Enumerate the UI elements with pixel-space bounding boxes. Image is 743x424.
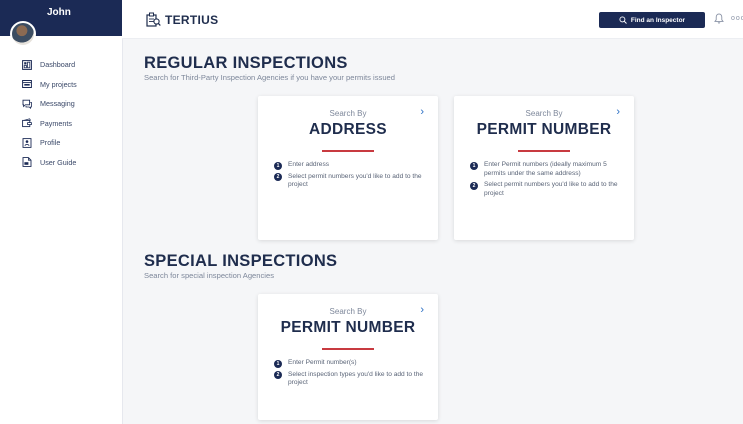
sidebar-item-payments[interactable]: Payments: [0, 114, 122, 134]
card-steps: 1 Enter address 2 Select permit numbers …: [274, 161, 429, 193]
step-item: 1 Enter Permit number(s): [274, 359, 429, 368]
card-title: PERMIT NUMBER: [476, 121, 612, 138]
step-text: Enter Permit number(s): [288, 359, 357, 366]
sidebar-nav: Dashboard My projects Messaging Payments…: [0, 55, 122, 172]
step-text: Select permit numbers you'd like to add …: [484, 181, 618, 197]
step-text: Enter Permit numbers (ideally maximum 5 …: [484, 161, 607, 177]
find-inspector-label: Find an Inspector: [630, 16, 686, 24]
logo-icon: [146, 12, 161, 27]
sidebar-item-label: Messaging: [40, 99, 75, 109]
card-steps: 1 Enter Permit number(s) 2 Select inspec…: [274, 359, 429, 391]
step-number: 2: [274, 173, 282, 182]
more-menu-icon[interactable]: ooo: [731, 15, 743, 22]
sidebar-item-label: Profile: [40, 138, 61, 148]
card-title: PERMIT NUMBER: [280, 319, 416, 336]
special-inspections-title: SPECIAL INSPECTIONS: [144, 252, 338, 270]
card-divider: [518, 150, 570, 152]
user-name: John: [47, 7, 71, 18]
special-search-by-permit-number-card[interactable]: Search By › PERMIT NUMBER 1 Enter Permit…: [258, 294, 438, 420]
card-divider: [322, 348, 374, 350]
logo-text: TERTIUS: [165, 12, 219, 27]
avatar[interactable]: [10, 21, 36, 47]
step-item: 1 Enter address: [274, 161, 429, 170]
chevron-right-icon[interactable]: ›: [616, 106, 620, 118]
step-number: 1: [274, 161, 282, 170]
step-text: Select permit numbers you'd like to add …: [288, 172, 422, 189]
payments-icon: [22, 118, 32, 128]
step-number: 1: [274, 359, 282, 368]
card-search-by: Search By: [329, 109, 367, 118]
find-inspector-button[interactable]: Find an Inspector: [599, 12, 705, 28]
step-number: 1: [470, 161, 478, 170]
sidebar-item-messaging[interactable]: Messaging: [0, 94, 122, 114]
search-by-address-card[interactable]: Search By › ADDRESS 1 Enter address 2 Se…: [258, 96, 438, 240]
chevron-right-icon[interactable]: ›: [420, 106, 424, 118]
projects-icon: [22, 79, 32, 89]
card-search-by: Search By: [525, 109, 563, 118]
search-icon: [619, 16, 627, 24]
card-search-by: Search By: [329, 307, 367, 316]
sidebar-item-label: User Guide: [40, 157, 77, 167]
regular-inspections-title: REGULAR INSPECTIONS: [144, 54, 348, 72]
dashboard-icon: [22, 59, 32, 70]
sidebar-item-profile[interactable]: Profile: [0, 133, 122, 153]
step-item: 1 Enter Permit numbers (ideally maximum …: [470, 161, 625, 178]
card-steps: 1 Enter Permit numbers (ideally maximum …: [470, 161, 625, 201]
step-number: 2: [274, 371, 282, 380]
logo[interactable]: TERTIUS: [146, 12, 218, 27]
sidebar-item-dashboard[interactable]: Dashboard: [0, 55, 122, 75]
sidebar-item-label: My projects: [40, 79, 77, 89]
sidebar-item-user-guide[interactable]: User Guide: [0, 153, 122, 173]
chevron-right-icon[interactable]: ›: [420, 304, 424, 316]
user-guide-icon: [22, 157, 32, 168]
top-bar: TERTIUS Find an Inspector ooo: [122, 0, 743, 39]
step-item: 2 Select inspection types you'd like to …: [274, 371, 429, 388]
special-inspections-subtitle: Search for special inspection Agencies: [144, 271, 275, 280]
step-item: 2 Select permit numbers you'd like to ad…: [274, 173, 429, 190]
sidebar-item-label: Payments: [40, 118, 72, 128]
profile-icon: [22, 137, 32, 148]
messaging-icon: [22, 99, 32, 109]
card-divider: [322, 150, 374, 152]
regular-inspections-subtitle: Search for Third-Party Inspection Agenci…: [144, 73, 395, 82]
step-text: Select inspection types you'd like to ad…: [288, 370, 424, 387]
step-text: Enter address: [288, 161, 330, 168]
bell-icon[interactable]: [714, 13, 724, 24]
search-by-permit-number-card[interactable]: Search By › PERMIT NUMBER 1 Enter Permit…: [454, 96, 634, 240]
step-item: 2 Select permit numbers you'd like to ad…: [470, 181, 625, 198]
step-number: 2: [470, 181, 478, 190]
sidebar: John Dashboard My projects Messaging Pay…: [0, 0, 123, 424]
sidebar-item-label: Dashboard: [40, 60, 76, 70]
sidebar-item-my-projects[interactable]: My projects: [0, 75, 122, 95]
card-title: ADDRESS: [309, 121, 387, 138]
